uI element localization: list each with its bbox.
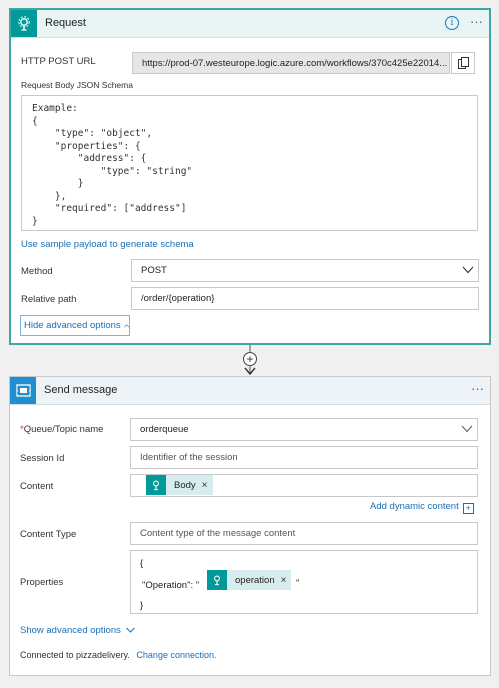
properties-operation-token[interactable]: operation × bbox=[207, 570, 292, 590]
add-dynamic-content-link[interactable]: Add dynamic content + bbox=[370, 501, 474, 514]
request-trigger-icon bbox=[207, 570, 227, 590]
schema-label: Request Body JSON Schema bbox=[21, 80, 133, 90]
properties-label: Properties bbox=[20, 577, 64, 588]
add-dynamic-icon: + bbox=[462, 503, 474, 514]
info-icon[interactable]: i bbox=[445, 16, 459, 30]
content-label: Content bbox=[20, 481, 54, 492]
chevron-down-icon bbox=[462, 266, 474, 274]
request-card-title: Request bbox=[45, 17, 86, 29]
method-value: POST bbox=[141, 265, 167, 276]
properties-open-brace: { bbox=[140, 558, 144, 569]
queue-topic-value: orderqueue bbox=[140, 424, 189, 435]
request-card-header[interactable]: Request i ··· bbox=[11, 10, 489, 38]
copy-url-button[interactable] bbox=[451, 52, 475, 74]
method-select[interactable]: POST bbox=[131, 259, 479, 282]
content-type-input[interactable]: Content type of the message content bbox=[130, 522, 478, 545]
method-label: Method bbox=[21, 266, 53, 277]
content-body-token[interactable]: Body × bbox=[146, 475, 213, 495]
hide-advanced-label: Hide advanced options bbox=[24, 320, 121, 331]
add-step-icon[interactable]: + bbox=[243, 352, 257, 366]
chevron-up-icon bbox=[123, 323, 129, 327]
queue-topic-select[interactable]: orderqueue bbox=[130, 418, 478, 441]
send-message-title: Send message bbox=[44, 384, 118, 396]
http-post-url-field[interactable]: https://prod-07.westeurope.logic.azure.c… bbox=[132, 52, 450, 74]
queue-topic-label: *Queue/Topic name bbox=[20, 424, 104, 435]
copy-icon bbox=[457, 57, 469, 69]
connected-text: Connected to pizzadelivery. bbox=[20, 650, 130, 660]
service-bus-icon bbox=[10, 377, 36, 404]
change-connection-link[interactable]: Change connection. bbox=[136, 650, 216, 660]
properties-key: "Operation": " bbox=[142, 580, 200, 591]
session-id-label: Session Id bbox=[20, 453, 65, 464]
more-options-icon[interactable]: ··· bbox=[470, 14, 483, 29]
show-advanced-label: Show advanced options bbox=[20, 625, 121, 636]
request-trigger-icon bbox=[11, 10, 37, 37]
show-advanced-options-link[interactable]: Show advanced options bbox=[20, 625, 135, 636]
content-token-label: Body bbox=[174, 479, 196, 491]
chevron-down-icon bbox=[461, 425, 473, 433]
content-type-label: Content Type bbox=[20, 529, 77, 540]
properties-editor[interactable]: { "Operation": " } " bbox=[130, 550, 478, 614]
properties-closing-quote: " bbox=[296, 578, 300, 589]
send-message-header[interactable]: Send message ··· bbox=[10, 377, 490, 405]
properties-close-brace: } bbox=[140, 600, 144, 611]
request-trigger-icon bbox=[146, 475, 166, 495]
remove-token-icon[interactable]: × bbox=[281, 575, 292, 586]
more-options-icon[interactable]: ··· bbox=[471, 381, 484, 396]
chevron-down-icon bbox=[125, 627, 135, 633]
remove-token-icon[interactable]: × bbox=[202, 480, 213, 491]
send-message-card: Send message ··· *Queue/Topic name order… bbox=[9, 376, 491, 676]
connection-status: Connected to pizzadelivery. Change conne… bbox=[20, 650, 216, 660]
session-id-input[interactable]: Identifier of the session bbox=[130, 446, 478, 469]
relative-path-label: Relative path bbox=[21, 294, 77, 305]
use-sample-payload-link[interactable]: Use sample payload to generate schema bbox=[21, 239, 194, 250]
request-trigger-card: Request i ··· HTTP POST URL https://prod… bbox=[9, 8, 491, 345]
http-post-url-label: HTTP POST URL bbox=[21, 56, 96, 67]
hide-advanced-options-button[interactable]: Hide advanced options bbox=[20, 315, 130, 336]
schema-editor[interactable]: Example: { "type": "object", "properties… bbox=[21, 95, 478, 231]
relative-path-input[interactable]: /order/{operation} bbox=[131, 287, 479, 310]
properties-token-label: operation bbox=[235, 574, 275, 586]
